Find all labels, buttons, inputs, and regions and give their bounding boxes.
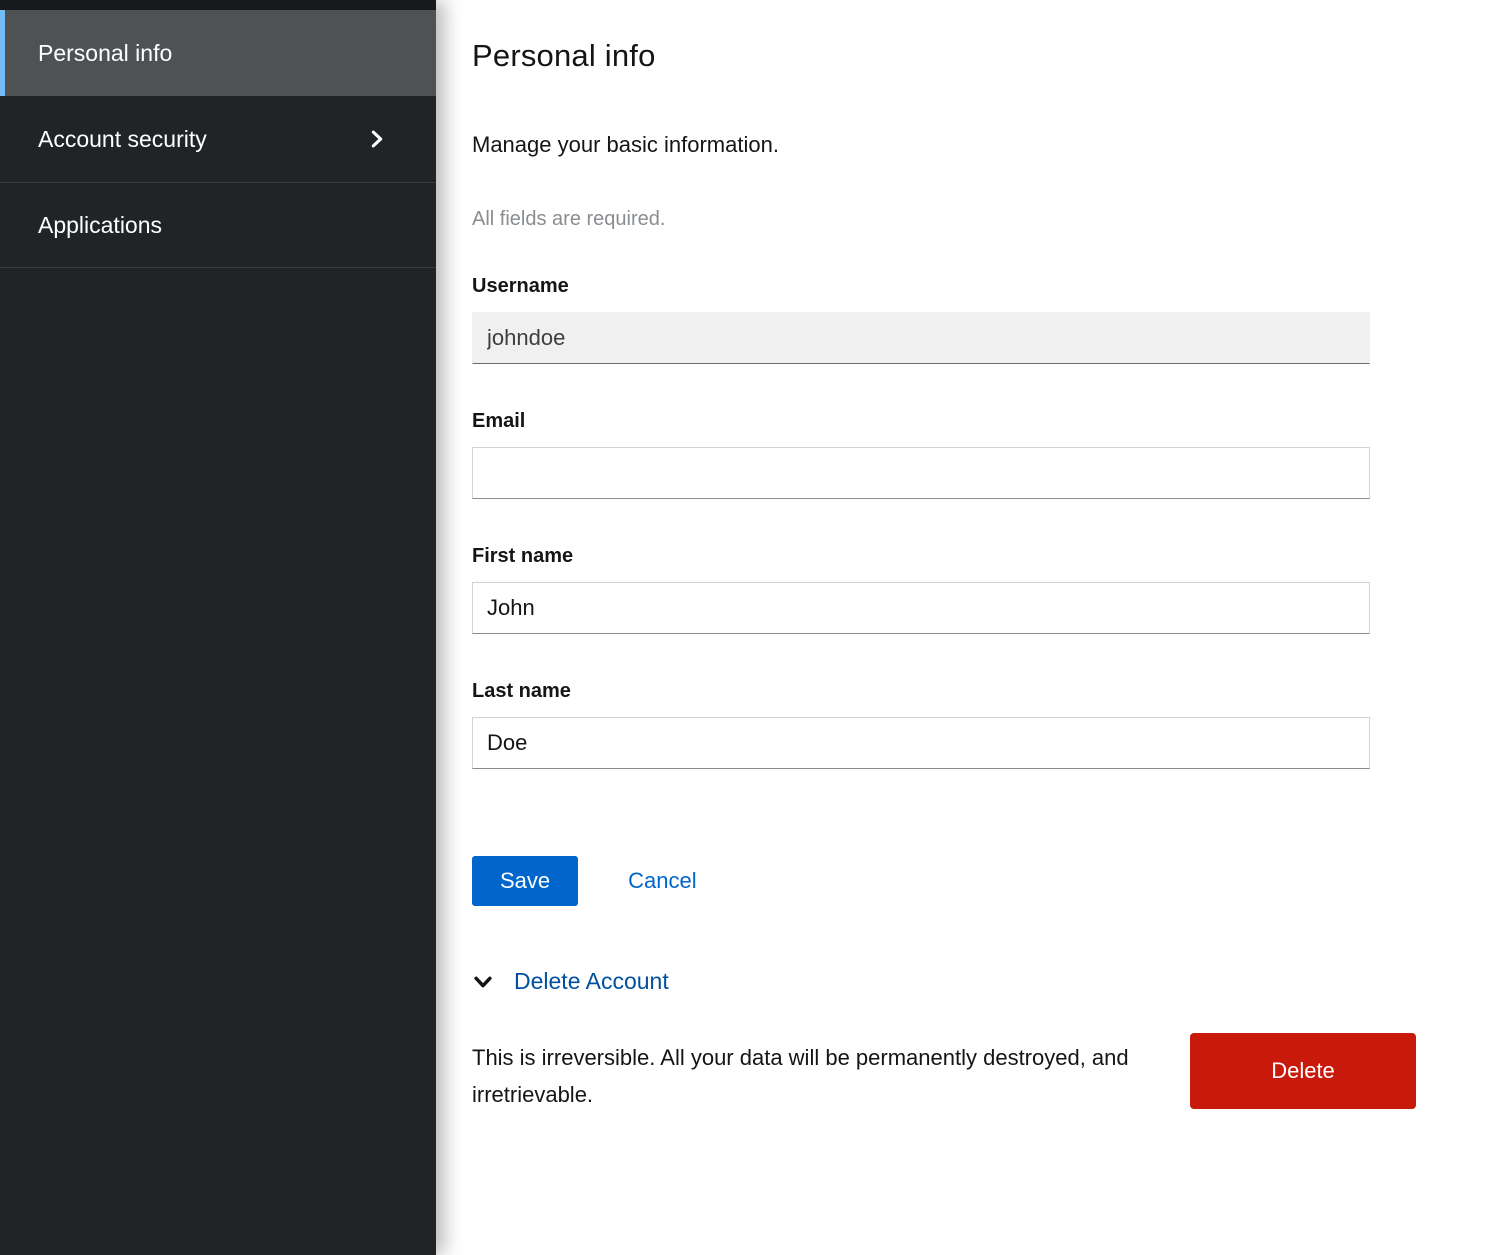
- last-name-field[interactable]: [472, 717, 1370, 769]
- username-group: Username: [472, 275, 1370, 364]
- sidebar-item-label: Personal info: [38, 40, 172, 67]
- username-label: Username: [472, 275, 1370, 298]
- email-group: Email: [472, 410, 1370, 499]
- email-label: Email: [472, 410, 1370, 433]
- masthead-edge: [0, 0, 436, 10]
- first-name-group: First name: [472, 545, 1370, 634]
- personal-info-form: Username Email First name Last name Save…: [472, 275, 1370, 1113]
- email-field[interactable]: [472, 447, 1370, 499]
- page-title: Personal info: [472, 38, 1501, 74]
- sidebar-item-label: Account security: [38, 126, 207, 153]
- delete-button[interactable]: Delete: [1190, 1033, 1416, 1109]
- username-field: [472, 312, 1370, 364]
- delete-account-link[interactable]: Delete Account: [514, 968, 669, 995]
- last-name-group: Last name: [472, 680, 1370, 769]
- save-button[interactable]: Save: [472, 856, 578, 906]
- delete-account-section: This is irreversible. All your data will…: [472, 1033, 1416, 1113]
- sidebar-item-personal-info[interactable]: Personal info: [0, 10, 436, 96]
- first-name-field[interactable]: [472, 582, 1370, 634]
- first-name-label: First name: [472, 545, 1370, 568]
- required-fields-note: All fields are required.: [472, 208, 1501, 231]
- delete-warning-text: This is irreversible. All your data will…: [472, 1033, 1182, 1113]
- main-content: Personal info Manage your basic informat…: [436, 0, 1501, 1255]
- sidebar-nav: Personal info Account security Applicati…: [0, 0, 436, 1255]
- cancel-link[interactable]: Cancel: [628, 868, 696, 894]
- last-name-label: Last name: [472, 680, 1370, 703]
- sidebar-item-label: Applications: [38, 212, 162, 239]
- delete-account-toggle[interactable]: Delete Account: [472, 968, 1370, 995]
- sidebar-item-account-security[interactable]: Account security: [0, 96, 436, 182]
- chevron-right-icon: [366, 128, 388, 150]
- chevron-down-icon: [472, 971, 494, 993]
- form-actions: Save Cancel: [472, 856, 1370, 906]
- sidebar-item-applications[interactable]: Applications: [0, 182, 436, 268]
- page-subtitle: Manage your basic information.: [472, 132, 1501, 158]
